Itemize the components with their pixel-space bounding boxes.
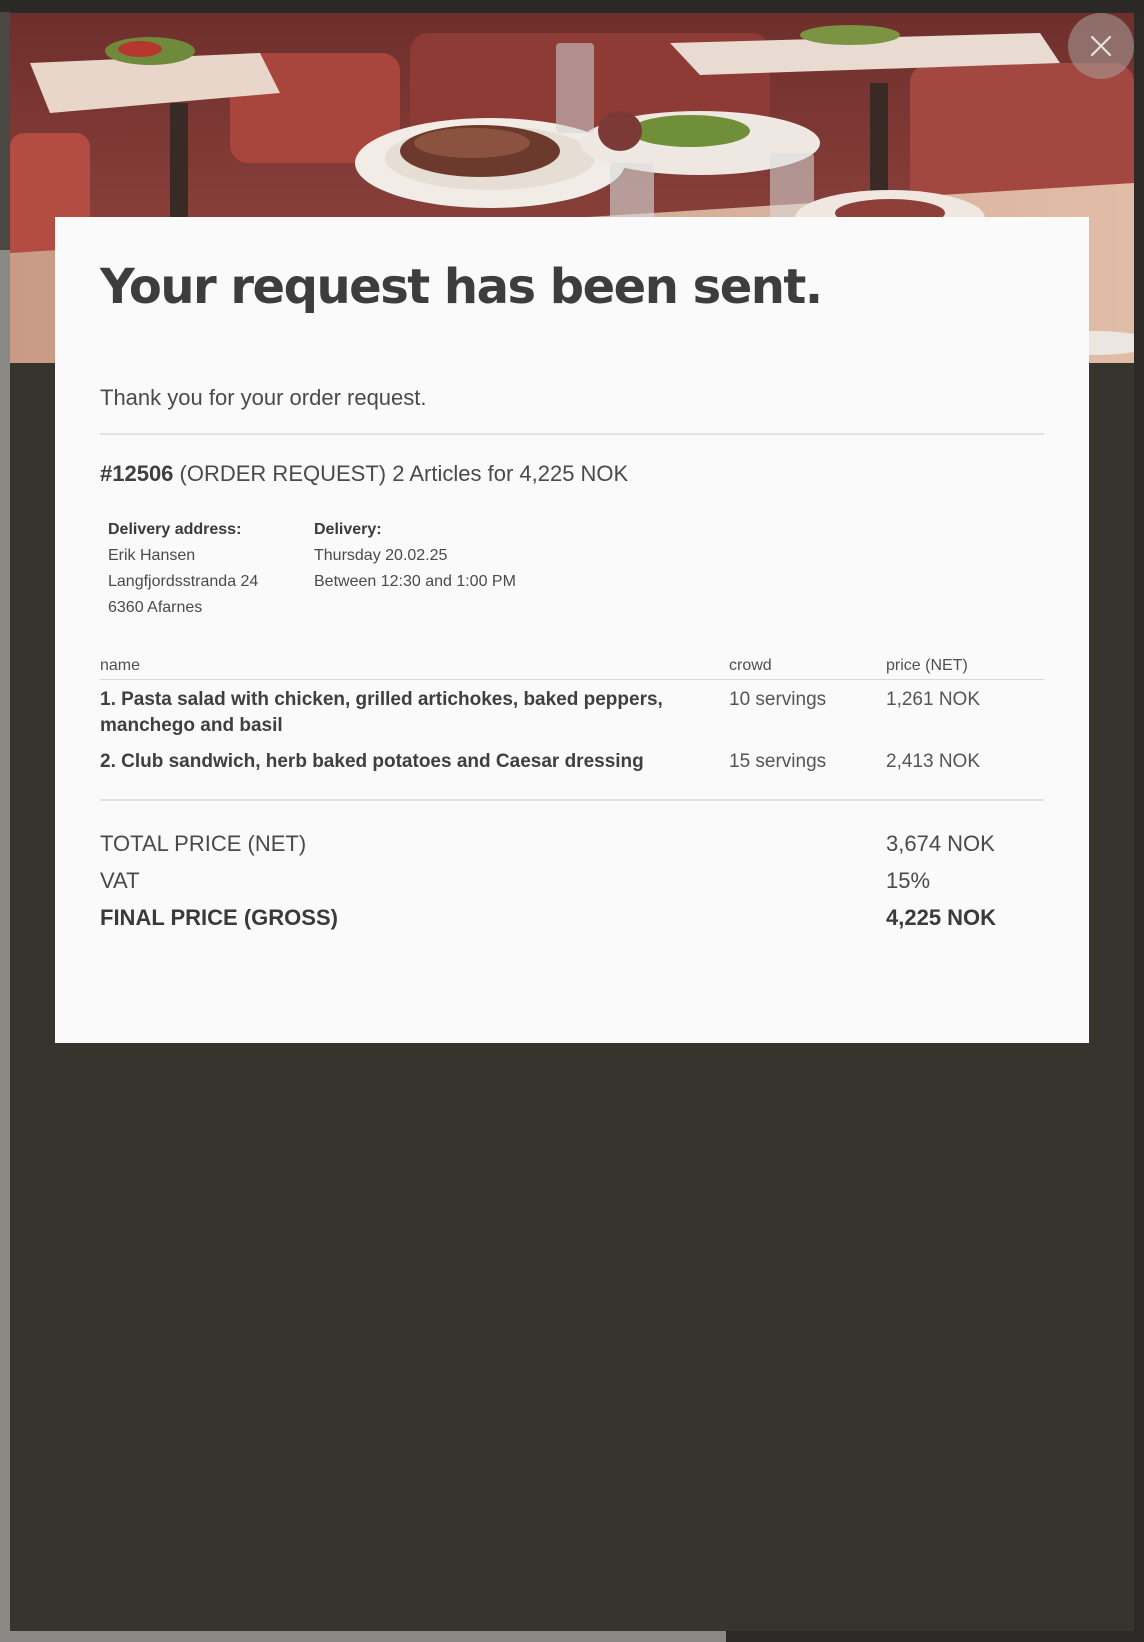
vat-value: 15% xyxy=(886,868,931,893)
item-crowd: 10 servings xyxy=(729,689,827,710)
page-title: Your request has been sent. xyxy=(100,259,823,315)
order-confirmation-card: Your request has been sent. Thank you fo… xyxy=(55,217,1089,1043)
totals-divider xyxy=(100,799,1044,801)
delivery-address-label: Delivery address: xyxy=(108,521,242,538)
final-price-label: FINAL PRICE (GROSS) xyxy=(100,905,338,930)
background-header xyxy=(0,0,1144,12)
column-header-name: name xyxy=(100,657,141,674)
item-price: 1,261 NOK xyxy=(886,689,980,710)
final-price-value: 4,225 NOK xyxy=(886,905,997,930)
item-name: 1. Pasta salad with chicken, grilled art… xyxy=(100,689,663,736)
column-header-price: price (NET) xyxy=(886,657,968,674)
close-button[interactable] xyxy=(1068,13,1134,79)
thank-you-text: Thank you for your order request. xyxy=(100,385,427,410)
close-icon xyxy=(1090,35,1112,57)
delivery-label: Delivery: xyxy=(314,521,382,538)
total-net-label: TOTAL PRICE (NET) xyxy=(100,831,307,856)
delivery-date: Thursday 20.02.25 xyxy=(314,547,448,564)
postal-city: 6360 Afarnes xyxy=(108,599,203,616)
street-address: Langfjordsstranda 24 xyxy=(108,573,259,590)
table-header-divider xyxy=(100,679,1044,680)
customer-name: Erik Hansen xyxy=(108,547,196,564)
delivery-time-block: Delivery: Thursday 20.02.25 Between 12:3… xyxy=(314,517,516,595)
delivery-time: Between 12:30 and 1:00 PM xyxy=(314,573,516,590)
order-confirmation-modal: Your request has been sent. Thank you fo… xyxy=(10,13,1134,1631)
item-crowd: 15 servings xyxy=(729,751,827,772)
background-footer xyxy=(0,1631,726,1642)
divider xyxy=(100,433,1044,435)
order-summary: #12506 (ORDER REQUEST) 2 Articles for 4,… xyxy=(100,461,628,487)
vat-label: VAT xyxy=(100,868,140,893)
total-net-value: 3,674 NOK xyxy=(886,831,995,856)
item-price: 2,413 NOK xyxy=(886,751,980,772)
order-number: #12506 xyxy=(100,461,174,486)
delivery-address-block: Delivery address: Erik Hansen Langfjords… xyxy=(108,517,258,621)
column-header-crowd: crowd xyxy=(729,657,772,674)
background-page xyxy=(0,250,10,1642)
background-band xyxy=(0,12,10,250)
item-name: 2. Club sandwich, herb baked potatoes an… xyxy=(100,751,644,772)
order-summary-text: (ORDER REQUEST) 2 Articles for 4,225 NOK xyxy=(179,461,629,486)
